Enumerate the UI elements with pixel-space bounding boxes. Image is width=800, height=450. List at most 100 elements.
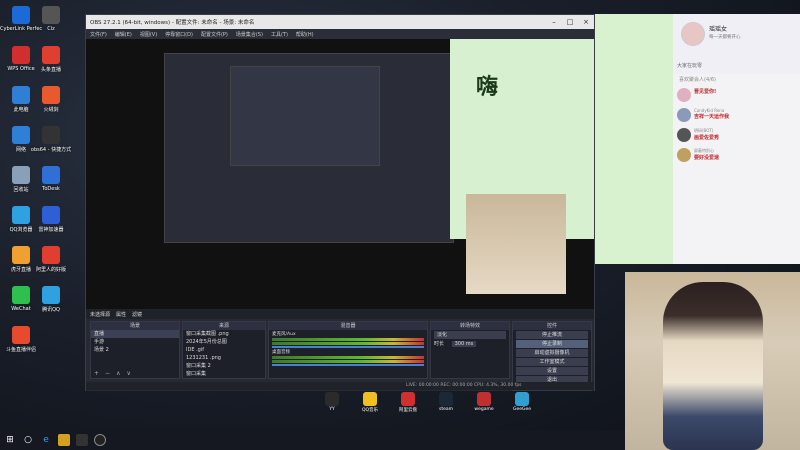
control-button[interactable]: 启动虚拟摄像机 xyxy=(516,349,588,357)
nested-obs-preview xyxy=(164,53,454,243)
source-item[interactable]: 窗口采集截图 .png xyxy=(183,330,265,338)
menu-item[interactable]: 场景集合(S) xyxy=(236,31,263,38)
menu-item[interactable]: 视图(V) xyxy=(140,31,157,38)
app-icon[interactable] xyxy=(76,434,88,446)
desktop-app-shortcut[interactable]: GeeGee xyxy=(508,392,536,413)
app-icon[interactable] xyxy=(58,434,70,446)
tab-properties[interactable]: 属性 xyxy=(116,311,126,318)
browser-icon[interactable]: e xyxy=(40,434,52,446)
app-label: wegame xyxy=(474,407,494,412)
close-icon[interactable]: × xyxy=(578,18,594,26)
minimize-icon[interactable]: – xyxy=(546,18,562,26)
scene-item[interactable]: 场景 2 xyxy=(91,346,179,354)
app-icon xyxy=(12,126,30,144)
track-label: 桌面音频 xyxy=(272,350,290,355)
app-icon xyxy=(42,86,60,104)
menu-item[interactable]: 配置文件(P) xyxy=(201,31,228,38)
desktop-app-row: YY QQ音乐 阿里云盘 steam wegame GeeGee xyxy=(318,392,536,413)
transition-select[interactable]: 淡化 xyxy=(434,331,506,339)
control-button[interactable]: 停止录制 xyxy=(516,340,588,348)
app-icon xyxy=(12,326,30,344)
app-icon xyxy=(515,392,529,406)
source-item[interactable]: 2024年5月份总图 xyxy=(183,338,265,346)
desktop-icon-area: CyberLink PerfectCa...CizWPS Office头条直播此… xyxy=(0,0,90,430)
obs-title-bar[interactable]: OBS 27.2.1 (64-bit, windows) - 配置文件: 未命名… xyxy=(86,15,594,29)
volume-slider[interactable] xyxy=(272,364,424,366)
avatar[interactable] xyxy=(677,88,691,102)
menu-item[interactable]: 帮助(H) xyxy=(296,31,314,38)
scene-item[interactable]: 手游 xyxy=(91,338,179,346)
source-item[interactable]: 窗口采集 xyxy=(183,370,265,378)
desktop-icon[interactable]: 阿里人的好版 xyxy=(30,246,72,273)
obs-title: OBS 27.2.1 (64-bit, windows) - 配置文件: 未命名… xyxy=(90,20,255,26)
desktop-icon[interactable]: 腾讯QQ xyxy=(30,286,72,313)
sources-header: 来源 xyxy=(183,322,265,330)
desktop-app-shortcut[interactable]: QQ音乐 xyxy=(356,392,384,413)
message-text: 要好没爱速 xyxy=(694,155,720,161)
maximize-icon[interactable]: □ xyxy=(562,18,578,26)
avatar[interactable] xyxy=(677,108,691,122)
nested-obs-preview-inner xyxy=(230,66,380,166)
add-icon[interactable]: + xyxy=(94,370,99,378)
windows-start-icon[interactable]: ⊞ xyxy=(4,434,16,446)
avatar[interactable] xyxy=(681,22,705,46)
chat-message: 明码(BOT) 画爱佐爱秀 xyxy=(673,125,800,145)
desktop-icon[interactable]: 雷神加速器 xyxy=(30,206,72,233)
menu-item[interactable]: 文件(F) xyxy=(90,31,107,38)
source-item[interactable]: 1231231 .png xyxy=(183,354,265,362)
remove-icon[interactable]: − xyxy=(105,370,110,378)
control-button[interactable]: 工作室模式 xyxy=(516,358,588,366)
desktop-app-shortcut[interactable]: 阿里云盘 xyxy=(394,392,422,413)
obs-window: OBS 27.2.1 (64-bit, windows) - 配置文件: 未命名… xyxy=(85,14,595,391)
app-icon xyxy=(42,126,60,144)
menu-item[interactable]: 编辑(E) xyxy=(115,31,132,38)
avatar[interactable] xyxy=(677,128,691,142)
chat-name: 瑶瑶女 xyxy=(709,26,728,33)
app-icon xyxy=(42,286,60,304)
obs-icon[interactable] xyxy=(94,434,106,446)
duration-input[interactable]: 300 ms xyxy=(451,341,477,347)
mixer-header: 混音器 xyxy=(269,322,427,330)
chat-message: CandyKid Rena 吉祥一天运作我 xyxy=(673,105,800,125)
desktop-icon[interactable]: 火绒剑 xyxy=(30,86,72,113)
volume-meter xyxy=(272,338,424,341)
desktop-icon[interactable]: 头条直播 xyxy=(30,46,72,73)
desktop-icon-label: 头条直播 xyxy=(40,67,61,73)
tab-no-source[interactable]: 未选择源 xyxy=(90,311,110,318)
scene-item[interactable]: 直播 xyxy=(91,330,179,338)
source-item[interactable]: 窗口采集 2 xyxy=(183,362,265,370)
menu-item[interactable]: 工具(T) xyxy=(271,31,288,38)
desktop-icon[interactable]: 斗鱼直播伴侣 xyxy=(0,326,42,353)
app-icon xyxy=(12,46,30,64)
search-icon[interactable]: ○ xyxy=(22,434,34,446)
down-icon[interactable]: ∨ xyxy=(126,370,130,378)
desktop-icon[interactable]: ToDesk xyxy=(30,166,72,192)
app-icon xyxy=(12,6,30,24)
app-icon xyxy=(42,46,60,64)
desktop-icon-label: ToDesk xyxy=(42,186,60,192)
app-label: 阿里云盘 xyxy=(399,408,417,413)
taskbar: ⊞ ○ e xyxy=(0,430,625,450)
desktop-app-shortcut[interactable]: steam xyxy=(432,392,460,413)
sources-panel: 来源 窗口采集截图 .png 2024年5月份总图 IDE .gif 1231231 … xyxy=(182,321,266,379)
control-button[interactable]: 停止推流 xyxy=(516,331,588,339)
desktop-app-shortcut[interactable]: wegame xyxy=(470,392,498,413)
desktop-icon-label: 斗鱼直播伴侣 xyxy=(5,347,36,353)
desktop-icon[interactable]: Ciz xyxy=(30,6,72,32)
desktop-icon[interactable]: obs64 - 快捷方式 xyxy=(30,126,72,153)
webcam-feed xyxy=(625,272,800,450)
menu-item[interactable]: 停靠窗口(D) xyxy=(165,31,193,38)
chat-subtitle: 每一天都要开心 xyxy=(709,35,741,40)
up-icon[interactable]: ∧ xyxy=(116,370,120,378)
message-text: 吉祥一天运作我 xyxy=(694,114,730,120)
tab-filters[interactable]: 滤镜 xyxy=(132,311,142,318)
obs-preview[interactable]: 嗨 xyxy=(86,39,594,309)
source-item[interactable]: IDE .gif xyxy=(183,346,265,354)
control-button[interactable]: 设置 xyxy=(516,367,588,375)
app-icon xyxy=(12,246,30,264)
duration-label: 时长 xyxy=(434,341,445,347)
desktop-app-shortcut[interactable]: YY xyxy=(318,392,346,413)
avatar[interactable] xyxy=(677,148,691,162)
app-icon xyxy=(12,166,30,184)
desktop-icon-label: Ciz xyxy=(47,26,55,32)
